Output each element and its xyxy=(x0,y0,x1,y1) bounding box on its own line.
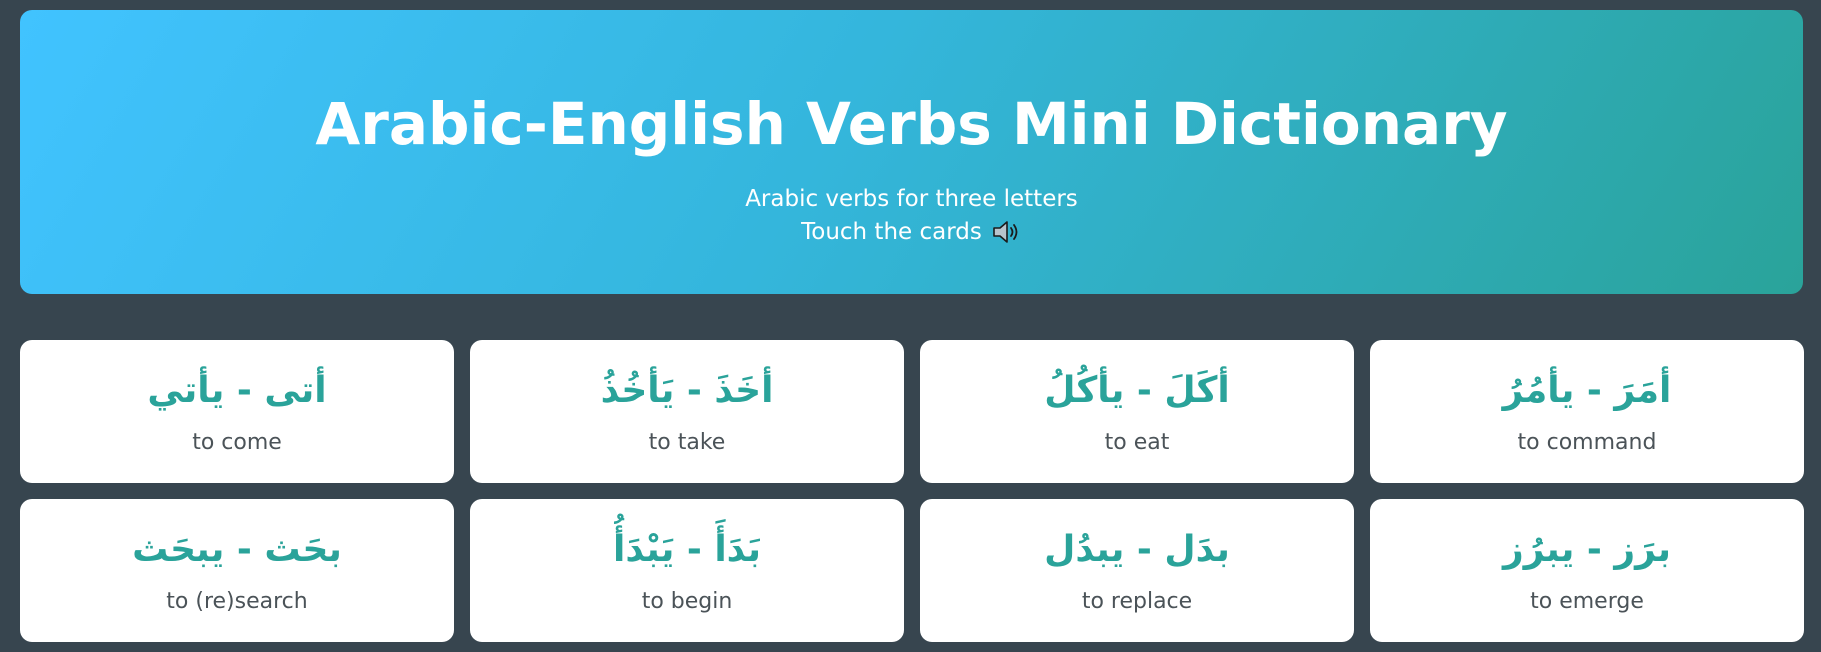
english-meaning: to command xyxy=(1517,430,1657,455)
english-meaning: to eat xyxy=(1104,430,1170,455)
english-meaning: to emerge xyxy=(1530,589,1644,614)
instruction-line: Touch the cards xyxy=(801,216,1022,248)
speaker-icon xyxy=(992,219,1022,245)
english-meaning: to (re)search xyxy=(166,589,308,614)
arabic-verb: بَدَأَ - يَبْدَأُ xyxy=(612,529,761,570)
verb-card[interactable]: برَز - يبرُز to emerge xyxy=(1370,499,1804,642)
verb-card[interactable]: أخَذَ - يَأخُذُ to take xyxy=(470,340,904,483)
verb-card[interactable]: بحَث - يبحَث to (re)search xyxy=(20,499,454,642)
verb-card[interactable]: أتى - يأتي to come xyxy=(20,340,454,483)
verb-card[interactable]: أمَرَ - يأمُرُ to command xyxy=(1370,340,1804,483)
verb-card-grid: أتى - يأتي to come أخَذَ - يَأخُذُ to ta… xyxy=(20,340,1804,642)
instruction-text: Touch the cards xyxy=(801,219,982,245)
page-title: Arabic-English Verbs Mini Dictionary xyxy=(315,90,1508,158)
arabic-verb: أمَرَ - يأمُرُ xyxy=(1502,370,1672,411)
english-meaning: to take xyxy=(648,430,726,455)
header-banner: Arabic-English Verbs Mini Dictionary Ara… xyxy=(20,10,1803,294)
english-meaning: to come xyxy=(192,430,282,455)
english-meaning: to replace xyxy=(1081,589,1193,614)
english-meaning: to begin xyxy=(641,589,733,614)
arabic-verb: أتى - يأتي xyxy=(147,370,327,411)
arabic-verb: أكَلَ - يأكُلُ xyxy=(1044,370,1230,411)
verb-card[interactable]: بَدَأَ - يَبْدَأُ to begin xyxy=(470,499,904,642)
verb-card[interactable]: أكَلَ - يأكُلُ to eat xyxy=(920,340,1354,483)
arabic-verb: برَز - يبرُز xyxy=(1503,529,1671,570)
arabic-verb: أخَذَ - يَأخُذُ xyxy=(600,370,774,411)
verb-card[interactable]: بدَل - يبدُل to replace xyxy=(920,499,1354,642)
page-subtitle: Arabic verbs for three letters xyxy=(745,186,1078,212)
arabic-verb: بحَث - يبحَث xyxy=(132,529,342,570)
arabic-verb: بدَل - يبدُل xyxy=(1044,529,1230,570)
